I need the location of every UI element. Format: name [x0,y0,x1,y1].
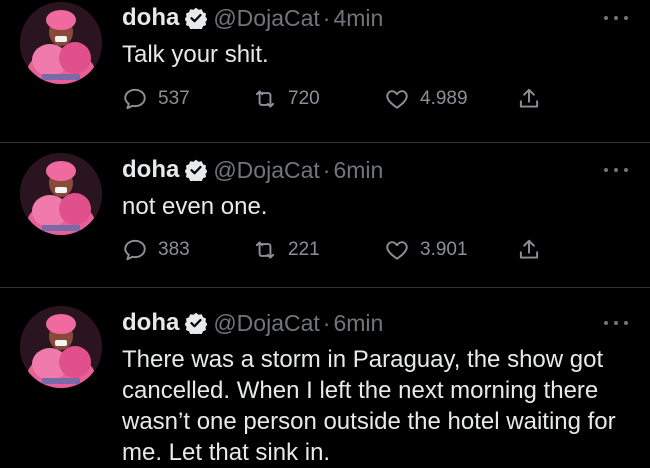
share-icon [519,239,539,259]
tweet-actions: 537 720 4.989 [122,85,552,113]
tweet-text: There was a storm in Paraguay, the show … [122,346,616,466]
display-name[interactable]: doha [122,156,179,184]
reply-count: 537 [158,88,190,109]
display-name[interactable]: doha [122,4,179,32]
separator: · [322,4,331,31]
tweet-text: Talk your shit. [122,41,269,68]
handle[interactable]: @DojaCat [213,157,319,184]
timestamp[interactable]: 6min [333,310,383,337]
more-options-icon[interactable] [604,13,628,23]
tweet-header: doha @DojaCat · 4min [122,3,383,33]
reply-icon [124,239,146,261]
tweet-header: doha @DojaCat · 6min [122,308,383,338]
tweet-header: doha @DojaCat · 6min [122,155,383,185]
timestamp[interactable]: 4min [333,5,383,32]
verified-icon [185,7,208,29]
separator: · [322,309,331,336]
handle[interactable]: @DojaCat [213,5,319,32]
reply-button[interactable]: 537 [122,85,190,113]
retweet-count: 720 [288,88,320,109]
more-options-icon[interactable] [604,318,628,328]
display-name[interactable]: doha [122,309,179,337]
tweet-text: not even one. [122,193,268,220]
handle[interactable]: @DojaCat [213,310,319,337]
timestamp[interactable]: 6min [333,157,383,184]
verified-icon [185,312,208,334]
reply-count: 383 [158,239,190,260]
tweet[interactable]: doha @DojaCat · 4min Talk your shit. 537… [0,0,650,142]
more-options-icon[interactable] [604,165,628,175]
like-button[interactable]: 3.901 [384,236,468,264]
reply-button[interactable]: 383 [122,236,190,264]
verified-icon [185,159,208,181]
like-count: 3.901 [420,239,468,260]
retweet-button[interactable]: 221 [252,236,320,264]
reply-icon [124,88,146,110]
avatar-image [20,306,102,388]
share-icon [519,88,539,108]
avatar[interactable] [20,2,102,84]
avatar[interactable] [20,153,102,235]
heart-icon [386,90,408,109]
tweet[interactable]: doha @DojaCat · 6min There was a storm i… [0,287,650,466]
retweet-icon [255,90,275,108]
avatar-image [20,2,102,84]
retweet-count: 221 [288,239,320,260]
like-count: 4.989 [420,88,468,109]
heart-icon [386,241,408,260]
separator: · [322,156,331,183]
like-button[interactable]: 4.989 [384,85,468,113]
avatar[interactable] [20,306,102,388]
avatar-image [20,153,102,235]
retweet-icon [255,241,275,259]
share-button[interactable] [516,85,542,113]
retweet-button[interactable]: 720 [252,85,320,113]
share-button[interactable] [516,236,542,264]
tweet[interactable]: doha @DojaCat · 6min not even one. 383 2… [0,142,650,287]
tweet-actions: 383 221 3.901 [122,236,552,264]
